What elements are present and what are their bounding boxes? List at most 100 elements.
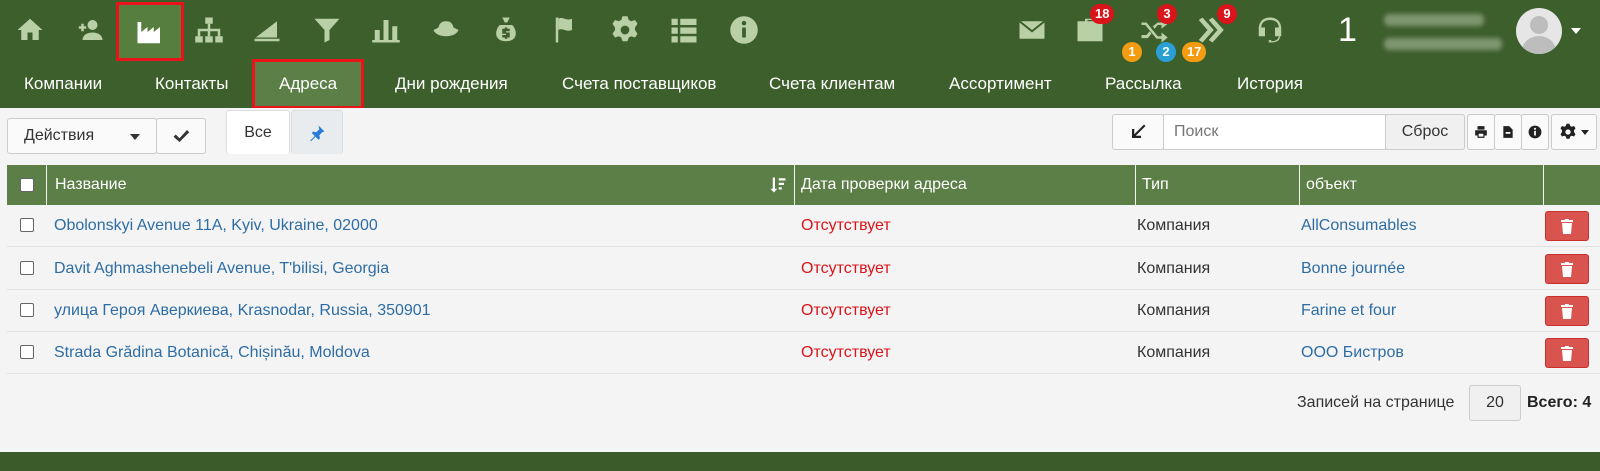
delete-button[interactable]: [1545, 254, 1589, 284]
tab-client-invoices[interactable]: Счета клиентам: [769, 62, 895, 106]
delete-button[interactable]: [1545, 338, 1589, 368]
table-row: Obolonskyi Avenue 11A, Kyiv, Ukraine, 02…: [7, 205, 1600, 247]
column-header-object[interactable]: объект: [1300, 165, 1544, 205]
mail-icon[interactable]: [1010, 8, 1054, 52]
tab-companies[interactable]: Компании: [24, 62, 102, 106]
object-link[interactable]: ООО Бистров: [1301, 332, 1404, 374]
address-link[interactable]: Strada Grădina Botanică, Chișinău, Moldo…: [54, 332, 370, 374]
funnel-icon[interactable]: [305, 8, 349, 52]
collapse-search-button[interactable]: [1112, 114, 1164, 150]
type-value: Компания: [1137, 217, 1211, 234]
chevron-badge-bottom: 17: [1182, 42, 1207, 62]
caret-down-icon: [1581, 129, 1589, 135]
delete-button[interactable]: [1545, 211, 1589, 241]
table-row: Davit Aghmashenebeli Avenue, T'bilisi, G…: [7, 248, 1600, 290]
printer-icon: [1475, 126, 1487, 138]
pin-icon: [310, 125, 325, 141]
home-icon[interactable]: [8, 8, 52, 52]
sales-chart-icon[interactable]: [245, 8, 289, 52]
org-structure-icon[interactable]: [187, 8, 231, 52]
column-name-label: Название: [55, 176, 127, 193]
section-nav: Компании Контакты Адреса Дни рождения Сч…: [0, 59, 1600, 109]
row-checkbox[interactable]: [20, 261, 34, 275]
object-link[interactable]: AllConsumables: [1301, 205, 1417, 247]
check-date-value: Отсутствует: [801, 344, 891, 361]
trash-icon: [1561, 304, 1573, 319]
avatar[interactable]: [1516, 8, 1562, 54]
tab-birthdays[interactable]: Дни рождения: [395, 62, 508, 106]
select-all-cell: [7, 165, 47, 205]
table-row: улица Героя Аверкиева, Krasnodar, Russia…: [7, 290, 1600, 332]
tab-history[interactable]: История: [1237, 62, 1303, 106]
total-count: Всего: 4: [1527, 394, 1592, 411]
filter-all-tab[interactable]: Все: [226, 110, 290, 154]
address-link[interactable]: Davit Aghmashenebeli Avenue, T'bilisi, G…: [54, 248, 389, 290]
gear-icon[interactable]: [603, 8, 647, 52]
user-menu-caret-icon[interactable]: [1571, 28, 1581, 34]
tab-contacts[interactable]: Контакты: [155, 62, 228, 106]
object-link[interactable]: Farine et four: [1301, 290, 1396, 332]
tab-addresses[interactable]: Адреса: [251, 59, 365, 109]
table-row: Strada Grădina Botanică, Chișinău, Moldo…: [7, 332, 1600, 374]
object-link[interactable]: Bonne journée: [1301, 248, 1405, 290]
address-link[interactable]: Obolonskyi Avenue 11A, Kyiv, Ukraine, 02…: [54, 205, 378, 247]
money-bag-icon[interactable]: [484, 8, 528, 52]
notification-counter: 1: [1338, 11, 1357, 49]
tab-assortment[interactable]: Ассортимент: [949, 62, 1052, 106]
flag-icon[interactable]: [545, 8, 589, 52]
apply-button[interactable]: [156, 118, 206, 154]
settings-dropdown[interactable]: [1551, 114, 1597, 150]
row-checkbox[interactable]: [20, 218, 34, 232]
delete-button[interactable]: [1545, 296, 1589, 326]
column-header-name[interactable]: Название: [47, 165, 795, 205]
tab-mailing[interactable]: Рассылка: [1105, 62, 1182, 106]
per-page-label: Записей на странице: [1297, 394, 1455, 411]
bottom-background: [0, 452, 1600, 471]
chevron-badge-top: 9: [1217, 4, 1237, 24]
trash-icon: [1561, 346, 1573, 361]
help-button[interactable]: [1521, 114, 1549, 150]
bar-chart-icon[interactable]: [364, 8, 408, 52]
content-panel: Действия Все Сброс Название Дата проверк…: [0, 108, 1600, 452]
table-header: Название Дата проверки адреса Тип объект: [7, 165, 1600, 205]
shuffle-badge-bottom: 2: [1156, 42, 1176, 62]
per-page-select[interactable]: 20: [1469, 385, 1521, 421]
pinned-filter-tab[interactable]: [291, 110, 343, 154]
check-date-value: Отсутствует: [801, 260, 891, 277]
column-header-check-date[interactable]: Дата проверки адреса: [795, 165, 1136, 205]
top-icon-bar: 18 1 3 2 9 17 1: [0, 0, 1600, 62]
check-date-value: Отсутствует: [801, 217, 891, 234]
select-all-checkbox[interactable]: [20, 178, 34, 192]
column-header-type[interactable]: Тип: [1136, 165, 1300, 205]
export-button[interactable]: [1494, 114, 1522, 150]
info-circle-icon: [1528, 125, 1542, 139]
reset-button[interactable]: Сброс: [1385, 114, 1465, 150]
column-header-actions: [1544, 165, 1600, 205]
user-company-blurred: [1384, 38, 1502, 50]
address-link[interactable]: улица Героя Аверкиева, Krasnodar, Russia…: [54, 290, 431, 332]
type-value: Компания: [1137, 260, 1211, 277]
briefcase-badge-top: 18: [1090, 4, 1115, 24]
hat-icon[interactable]: [424, 8, 468, 52]
gear-icon: [1560, 123, 1576, 139]
arrow-down-left-icon: [1132, 124, 1146, 138]
factory-icon[interactable]: [116, 2, 184, 61]
user-name-blurred: [1384, 14, 1484, 26]
print-button[interactable]: [1467, 114, 1495, 150]
headset-icon[interactable]: [1248, 8, 1292, 52]
list-icon[interactable]: [662, 8, 706, 52]
actions-dropdown[interactable]: Действия: [7, 118, 157, 154]
tab-supplier-invoices[interactable]: Счета поставщиков: [562, 62, 716, 106]
contacts-icon[interactable]: [68, 8, 112, 52]
info-icon[interactable]: [722, 8, 766, 52]
checkmark-icon: [173, 130, 190, 142]
actions-label: Действия: [24, 127, 95, 144]
row-checkbox[interactable]: [20, 303, 34, 317]
shuffle-badge-top: 3: [1157, 4, 1177, 24]
row-checkbox[interactable]: [20, 345, 34, 359]
trash-icon: [1561, 219, 1573, 234]
sort-desc-icon[interactable]: [769, 176, 787, 194]
caret-down-icon: [130, 134, 140, 140]
trash-icon: [1561, 262, 1573, 277]
search-input[interactable]: [1163, 114, 1386, 150]
